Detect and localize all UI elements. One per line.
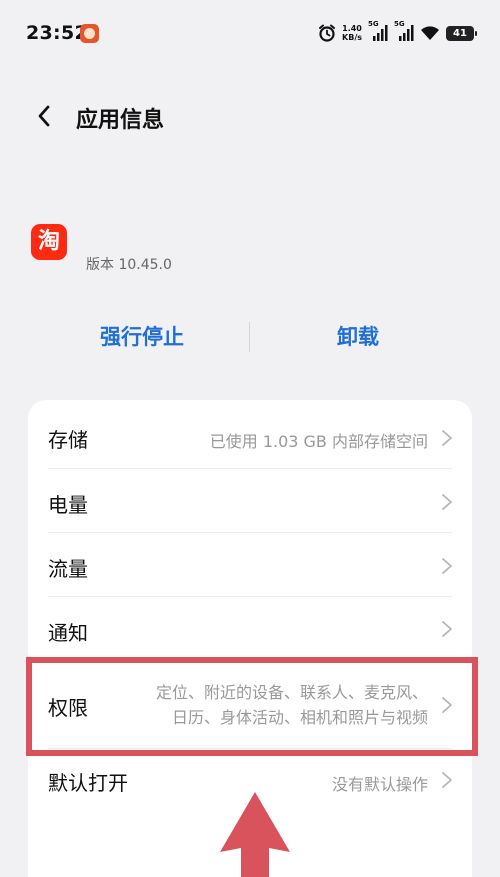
alarm-icon bbox=[318, 24, 336, 42]
app-info-screen: 23:52 1.40 KB/s 5G 5G 41 应用信息 淘 版本 10.45… bbox=[0, 0, 500, 877]
setting-label: 电量 bbox=[48, 493, 88, 517]
net-speed-unit: KB/s bbox=[342, 33, 362, 42]
chevron-right-icon bbox=[442, 494, 452, 510]
permissions-line-2: 日历、身体活动、相机和照片与视频 bbox=[171, 708, 428, 727]
setting-row-permissions[interactable]: 权限 定位、附近的设备、联系人、麦克风、 日历、身体活动、相机和照片与视频 bbox=[28, 660, 472, 749]
chevron-right-icon bbox=[442, 430, 452, 446]
app-version: 版本 10.45.0 bbox=[86, 257, 172, 273]
setting-label: 默认打开 bbox=[48, 771, 128, 795]
setting-row-notifications[interactable]: 通知 bbox=[28, 597, 472, 660]
battery-icon: 41 bbox=[446, 25, 477, 41]
chevron-right-icon bbox=[442, 772, 452, 788]
notification-app-icon bbox=[80, 24, 99, 43]
setting-row-storage[interactable]: 存储 已使用 1.03 GB 内部存储空间 bbox=[28, 400, 472, 469]
setting-label: 存储 bbox=[48, 428, 88, 452]
force-stop-button[interactable]: 强行停止 bbox=[90, 320, 194, 354]
permissions-line-1: 定位、附近的设备、联系人、麦克风、 bbox=[155, 683, 428, 702]
wifi-icon bbox=[420, 25, 440, 41]
setting-label: 流量 bbox=[48, 557, 88, 581]
action-divider bbox=[249, 322, 250, 352]
signal-icon: 5G bbox=[368, 20, 388, 42]
setting-label: 权限 bbox=[48, 696, 88, 720]
uninstall-button[interactable]: 卸载 bbox=[320, 320, 396, 354]
setting-row-data-usage[interactable]: 流量 bbox=[28, 533, 472, 597]
pointer-arrow-icon bbox=[220, 792, 290, 877]
back-button[interactable] bbox=[28, 100, 60, 132]
chevron-right-icon bbox=[442, 621, 452, 637]
setting-value: 没有默认操作 bbox=[331, 775, 428, 794]
status-icons: 1.40 KB/s 5G 5G 41 bbox=[318, 20, 477, 44]
setting-value: 定位、附近的设备、联系人、麦克风、 日历、身体活动、相机和照片与视频 bbox=[156, 680, 428, 730]
setting-value: 已使用 1.03 GB 内部存储空间 bbox=[209, 432, 428, 451]
signal-icon: 5G bbox=[394, 20, 414, 42]
setting-row-battery[interactable]: 电量 bbox=[28, 469, 472, 533]
chevron-right-icon bbox=[442, 697, 452, 713]
setting-label: 通知 bbox=[48, 621, 88, 645]
signal-label: 5G bbox=[368, 20, 379, 28]
status-time: 23:52 bbox=[26, 22, 88, 44]
signal-label: 5G bbox=[394, 20, 405, 28]
taobao-app-icon: 淘 bbox=[31, 224, 67, 260]
back-arrow-icon bbox=[38, 105, 50, 127]
page-title: 应用信息 bbox=[76, 108, 165, 133]
status-bar: 23:52 1.40 KB/s 5G 5G 41 bbox=[0, 0, 500, 62]
network-speed: 1.40 KB/s bbox=[342, 24, 362, 42]
net-speed-value: 1.40 bbox=[342, 24, 362, 33]
chevron-right-icon bbox=[442, 558, 452, 574]
